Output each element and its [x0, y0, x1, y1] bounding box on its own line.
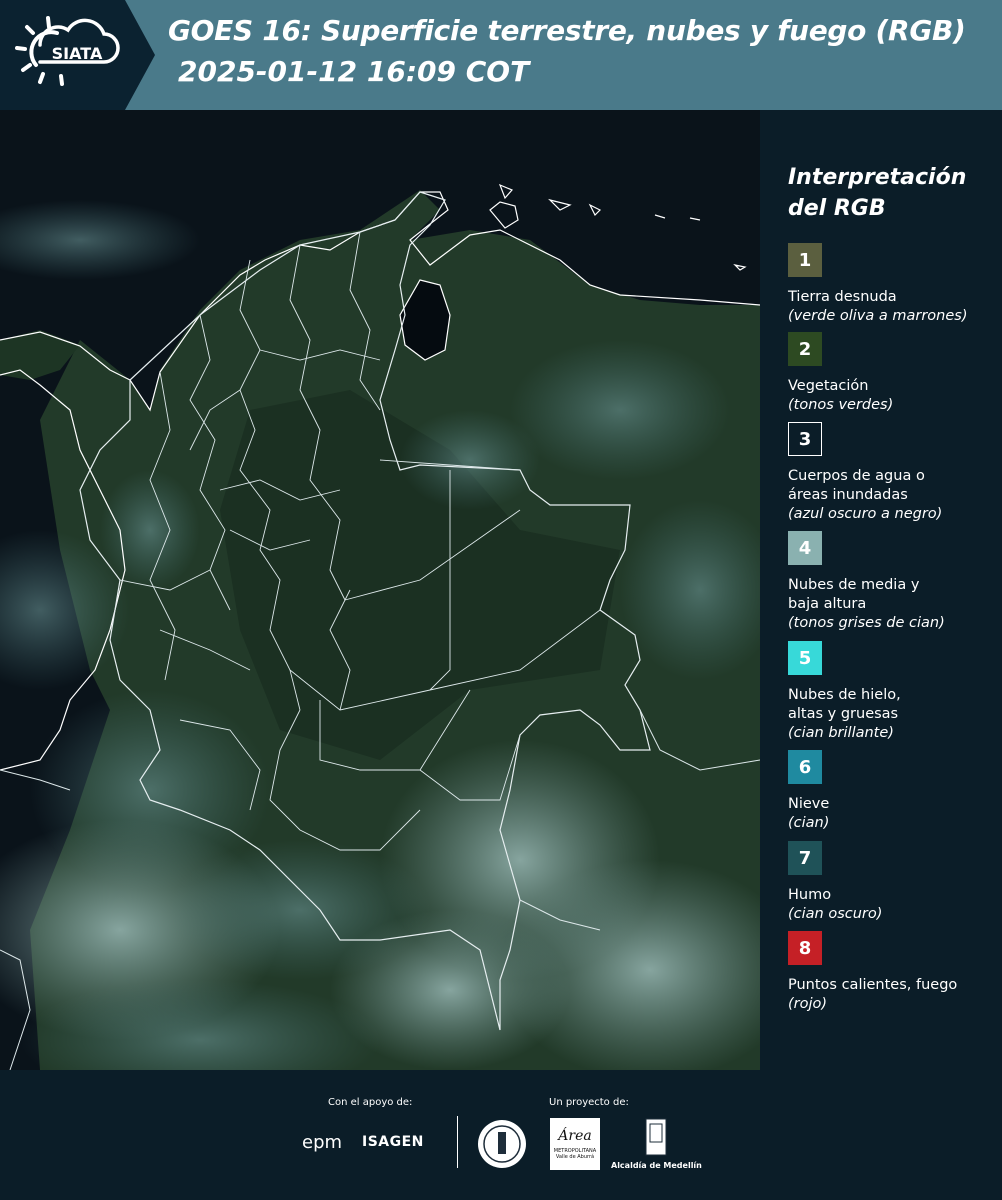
- legend-item-smoke: 7 Humo (cian oscuro): [788, 841, 998, 924]
- alcaldia-text: Alcaldía de Medellín: [611, 1161, 702, 1170]
- satellite-map[interactable]: [0, 110, 760, 1070]
- legend-item-vegetation: 2 Vegetación (tonos verdes): [788, 332, 998, 415]
- legend-title: Interpretación del RGB: [788, 162, 988, 224]
- legend-note: (tonos grises de cian): [788, 615, 945, 631]
- support-label: Con el apoyo de:: [328, 1097, 413, 1108]
- footer-sponsors: Con el apoyo de: Un proyecto de: epm ISA…: [0, 1070, 1002, 1200]
- legend-label: Vegetación: [788, 378, 869, 394]
- footer-divider: [457, 1116, 458, 1168]
- legend-swatch: 5: [788, 641, 822, 675]
- legend-label: Nubes de hielo,: [788, 687, 901, 703]
- legend-label: Puntos calientes, fuego: [788, 977, 958, 993]
- legend-swatch: 8: [788, 931, 822, 965]
- page-timestamp: 2025-01-12 16:09 COT: [178, 55, 530, 88]
- medellin-seal-icon: [478, 1120, 526, 1168]
- isagen-logo: ISAGEN: [362, 1134, 424, 1150]
- legend-item-bare-soil: 1 Tierra desnuda (verde oliva a marrones…: [788, 243, 998, 326]
- legend-item-fire: 8 Puntos calientes, fuego (rojo): [788, 931, 998, 1014]
- legend-label: Nieve: [788, 796, 830, 812]
- header-bar: SIATA GOES 16: Superficie terrestre, nub…: [0, 0, 1002, 110]
- legend-swatch: 1: [788, 243, 822, 277]
- area-metropolitana-logo: Área METROPOLITANA Valle de Aburrá: [550, 1118, 600, 1170]
- legend-item-ice-clouds: 5 Nubes de hielo, altas y gruesas (cian …: [788, 641, 998, 743]
- legend-label: Tierra desnuda: [788, 289, 897, 305]
- legend-note: (tonos verdes): [788, 397, 894, 413]
- legend-item-snow: 6 Nieve (cian): [788, 750, 998, 833]
- legend-title-line1: Interpretación: [788, 165, 967, 190]
- legend-panel: Interpretación del RGB 1 Tierra desnuda …: [760, 110, 1002, 1070]
- legend-swatch: 7: [788, 841, 822, 875]
- legend-label-2: altas y gruesas: [788, 706, 899, 722]
- project-label: Un proyecto de:: [549, 1097, 629, 1108]
- legend-note: (azul oscuro a negro): [788, 506, 943, 522]
- legend-note: (rojo): [788, 996, 828, 1012]
- epm-logo: epm: [302, 1132, 343, 1153]
- legend-label: Nubes de media y: [788, 577, 920, 593]
- legend-note: (cian oscuro): [788, 906, 883, 922]
- legend-swatch: 4: [788, 531, 822, 565]
- siata-logo-panel: SIATA: [0, 0, 155, 110]
- page-title: GOES 16: Superficie terrestre, nubes y f…: [168, 14, 966, 47]
- legend-item-water: 3 Cuerpos de agua o áreas inundadas (azu…: [788, 422, 998, 524]
- area-logo-text: Área: [558, 1128, 592, 1144]
- legend-swatch: 3: [788, 422, 822, 456]
- alcaldia-shield-icon: [645, 1118, 667, 1156]
- legend-swatch: 6: [788, 750, 822, 784]
- legend-label-2: áreas inundadas: [788, 487, 908, 503]
- area-logo-sub2: Valle de Aburrá: [555, 1154, 595, 1160]
- legend-label: Humo: [788, 887, 832, 903]
- legend-label: Cuerpos de agua o: [788, 468, 925, 484]
- legend-note: (cian): [788, 815, 830, 831]
- legend-note: (verde oliva a marrones): [788, 308, 968, 324]
- satellite-map-canvas: [0, 110, 760, 1070]
- legend-label-2: baja altura: [788, 596, 867, 612]
- legend-item-mid-low-clouds: 4 Nubes de media y baja altura (tonos gr…: [788, 531, 998, 633]
- legend-title-line2: del RGB: [788, 196, 886, 221]
- legend-swatch: 2: [788, 332, 822, 366]
- legend-note: (cian brillante): [788, 725, 894, 741]
- siata-logo-text: SIATA: [52, 44, 103, 63]
